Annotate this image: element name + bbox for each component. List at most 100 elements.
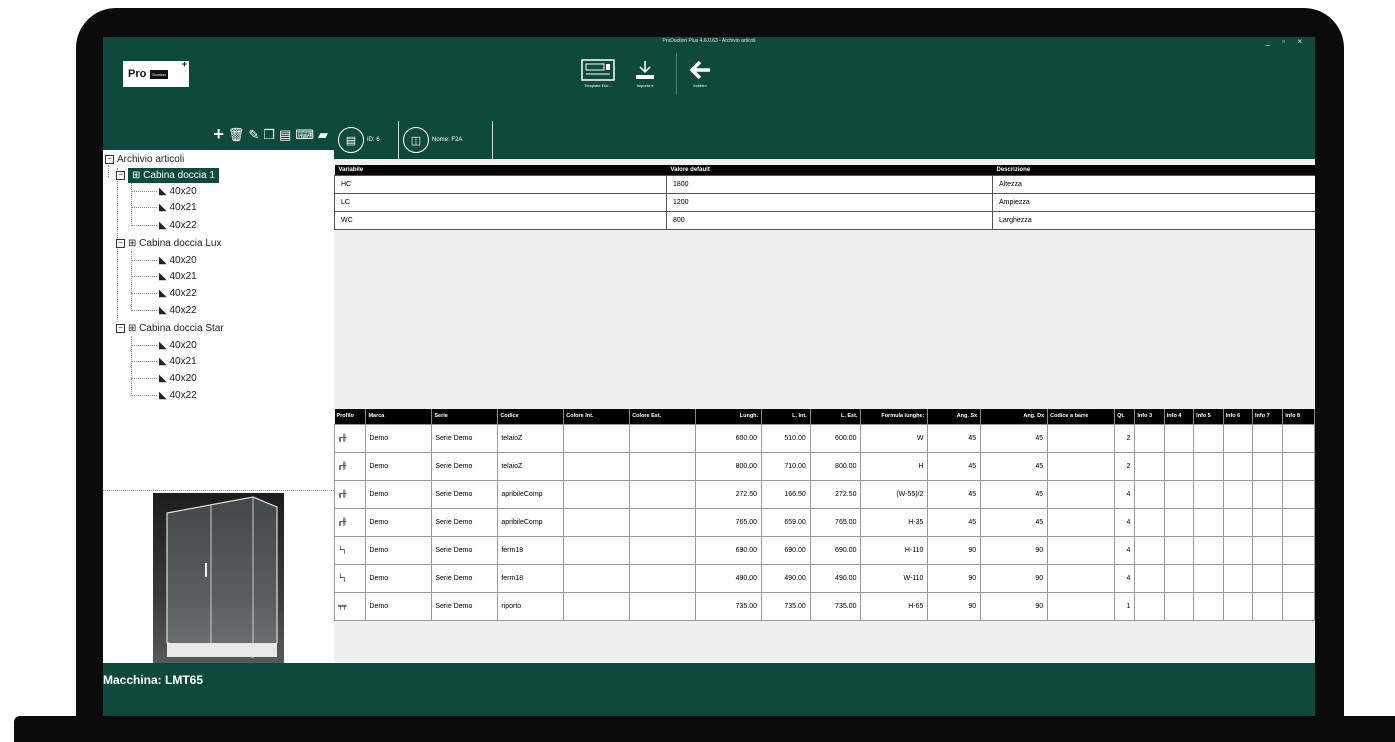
table-cell[interactable]: riporto [497, 591, 565, 621]
column-header[interactable]: Info 4 [1164, 409, 1195, 424]
table-cell[interactable] [1163, 451, 1195, 481]
table-cell[interactable]: W-110 [860, 563, 929, 593]
table-cell[interactable] [1163, 563, 1195, 593]
table-cell[interactable]: 1800 [666, 174, 993, 194]
table-cell[interactable]: Serie Demo [431, 563, 499, 593]
tree-item[interactable]: ◣ 40x20 [131, 184, 197, 199]
table-cell[interactable]: 600.00 [809, 423, 862, 453]
table-cell[interactable] [1134, 423, 1165, 453]
table-cell[interactable]: WC [334, 210, 667, 230]
table-row[interactable]: ╤╤ Demo Serie Demo riporto 735.00 735.00 735.0… [333, 591, 1315, 621]
table-cell[interactable]: H-65 [860, 591, 929, 621]
table-cell[interactable]: Ampiezza [992, 192, 1315, 212]
table-cell[interactable]: Serie Demo [431, 535, 499, 565]
table-cell[interactable] [1251, 535, 1284, 565]
table-cell[interactable] [563, 423, 631, 453]
window-controls[interactable]: _ ▫ × [1266, 37, 1307, 46]
table-cell[interactable] [1163, 479, 1195, 509]
table-cell[interactable]: 490.00 [761, 563, 811, 593]
table-cell[interactable] [1282, 591, 1315, 621]
table-cell[interactable]: ferm18 [497, 563, 565, 593]
table-cell[interactable] [1282, 423, 1315, 453]
table-cell[interactable]: W [860, 423, 929, 453]
column-header[interactable]: Valore default [666, 165, 993, 175]
profile-icon[interactable]: ╓╫ [333, 423, 367, 453]
profile-icon[interactable]: ╓╫ [333, 479, 367, 509]
table-cell[interactable]: HC [334, 174, 667, 194]
table-cell[interactable] [1047, 535, 1116, 565]
table-cell[interactable]: 45 [980, 451, 1049, 481]
table-cell[interactable] [1282, 535, 1315, 565]
table-cell[interactable]: H [860, 451, 929, 481]
table-cell[interactable] [1163, 535, 1195, 565]
table-cell[interactable] [1251, 563, 1284, 593]
table-cell[interactable] [629, 479, 697, 509]
table-cell[interactable]: 90 [980, 591, 1049, 621]
profile-icon[interactable]: ╓╫ [333, 507, 367, 537]
table-cell[interactable]: 45 [980, 423, 1049, 453]
profile-icon[interactable]: ╓╫ [333, 451, 367, 481]
table-cell[interactable]: 90 [927, 591, 982, 621]
tree-group[interactable]: − ⊞ Cabina doccia Lux [116, 236, 221, 251]
table-cell[interactable]: 45 [980, 507, 1049, 537]
tree-group[interactable]: − ⊞ Cabina doccia Star [116, 321, 224, 336]
table-cell[interactable] [1163, 507, 1195, 537]
column-header[interactable]: Qt. [1114, 409, 1136, 424]
table-cell[interactable] [1251, 479, 1284, 509]
table-cell[interactable] [1251, 451, 1284, 481]
table-cell[interactable] [1193, 591, 1224, 621]
table-cell[interactable]: 2 [1114, 423, 1136, 453]
table-cell[interactable] [1251, 591, 1284, 621]
table-cell[interactable] [1193, 535, 1224, 565]
tab-name[interactable]: ◫ Nome: F2A [399, 121, 493, 159]
table-cell[interactable] [1047, 451, 1116, 481]
table-cell[interactable]: 2 [1114, 451, 1136, 481]
table-cell[interactable] [1282, 479, 1315, 509]
tree-item[interactable]: ◣ 40x22 [131, 388, 197, 403]
table-cell[interactable] [1047, 591, 1116, 621]
table-cell[interactable] [629, 423, 697, 453]
table-cell[interactable]: 490.00 [695, 563, 763, 593]
table-cell[interactable]: Altezza [992, 174, 1315, 194]
column-header[interactable]: Profilo [334, 409, 367, 424]
table-cell[interactable]: Demo [365, 563, 433, 593]
column-header[interactable]: Formula lunghe: [860, 409, 929, 424]
table-cell[interactable] [1282, 451, 1315, 481]
table-row[interactable]: ╓╫ Demo Serie Demo apribileComp 765.00 659.00… [333, 507, 1315, 537]
table-cell[interactable] [1251, 507, 1284, 537]
column-header[interactable]: L. Est. [810, 409, 862, 424]
table-cell[interactable] [629, 451, 697, 481]
table-cell[interactable] [1047, 563, 1116, 593]
table-cell[interactable]: Serie Demo [431, 423, 499, 453]
column-header[interactable]: L. Int. [761, 409, 811, 424]
table-cell[interactable] [1047, 507, 1116, 537]
table-cell[interactable]: 510.00 [761, 423, 811, 453]
table-cell[interactable] [1193, 563, 1224, 593]
table-row[interactable]: HC 1800 Altezza [334, 174, 1315, 194]
column-header[interactable]: Info 7 [1252, 409, 1284, 424]
table-cell[interactable]: 690.00 [809, 535, 862, 565]
table-cell[interactable] [1193, 451, 1224, 481]
keyboard-icon[interactable]: ⌨ [295, 128, 314, 141]
tree-item[interactable]: ◣ 40x22 [131, 286, 197, 301]
back-button[interactable]: Indietro [688, 59, 712, 88]
table-cell[interactable]: apribileComp [497, 479, 565, 509]
table-cell[interactable] [1193, 479, 1224, 509]
table-cell[interactable]: 735.00 [695, 591, 763, 621]
folder-icon[interactable]: ▰ [318, 128, 328, 141]
table-cell[interactable]: 45 [927, 507, 982, 537]
table-cell[interactable]: 90 [980, 563, 1049, 593]
table-cell[interactable]: (W-55)/2 [860, 479, 929, 509]
table-cell[interactable]: Larghezza [992, 210, 1315, 230]
table-cell[interactable] [1134, 451, 1165, 481]
table-cell[interactable] [1193, 423, 1224, 453]
tree-item[interactable]: ◣ 40x21 [131, 200, 197, 215]
table-cell[interactable]: 800.00 [695, 451, 763, 481]
table-cell[interactable]: LC [334, 192, 667, 212]
table-cell[interactable]: telaioZ [497, 451, 565, 481]
tree-item[interactable]: ◣ 40x20 [131, 253, 197, 268]
table-cell[interactable] [629, 535, 697, 565]
tree-item[interactable]: ◣ 40x22 [131, 303, 197, 318]
table-cell[interactable] [1222, 479, 1253, 509]
import-button[interactable]: Importa ▾ [633, 59, 657, 88]
